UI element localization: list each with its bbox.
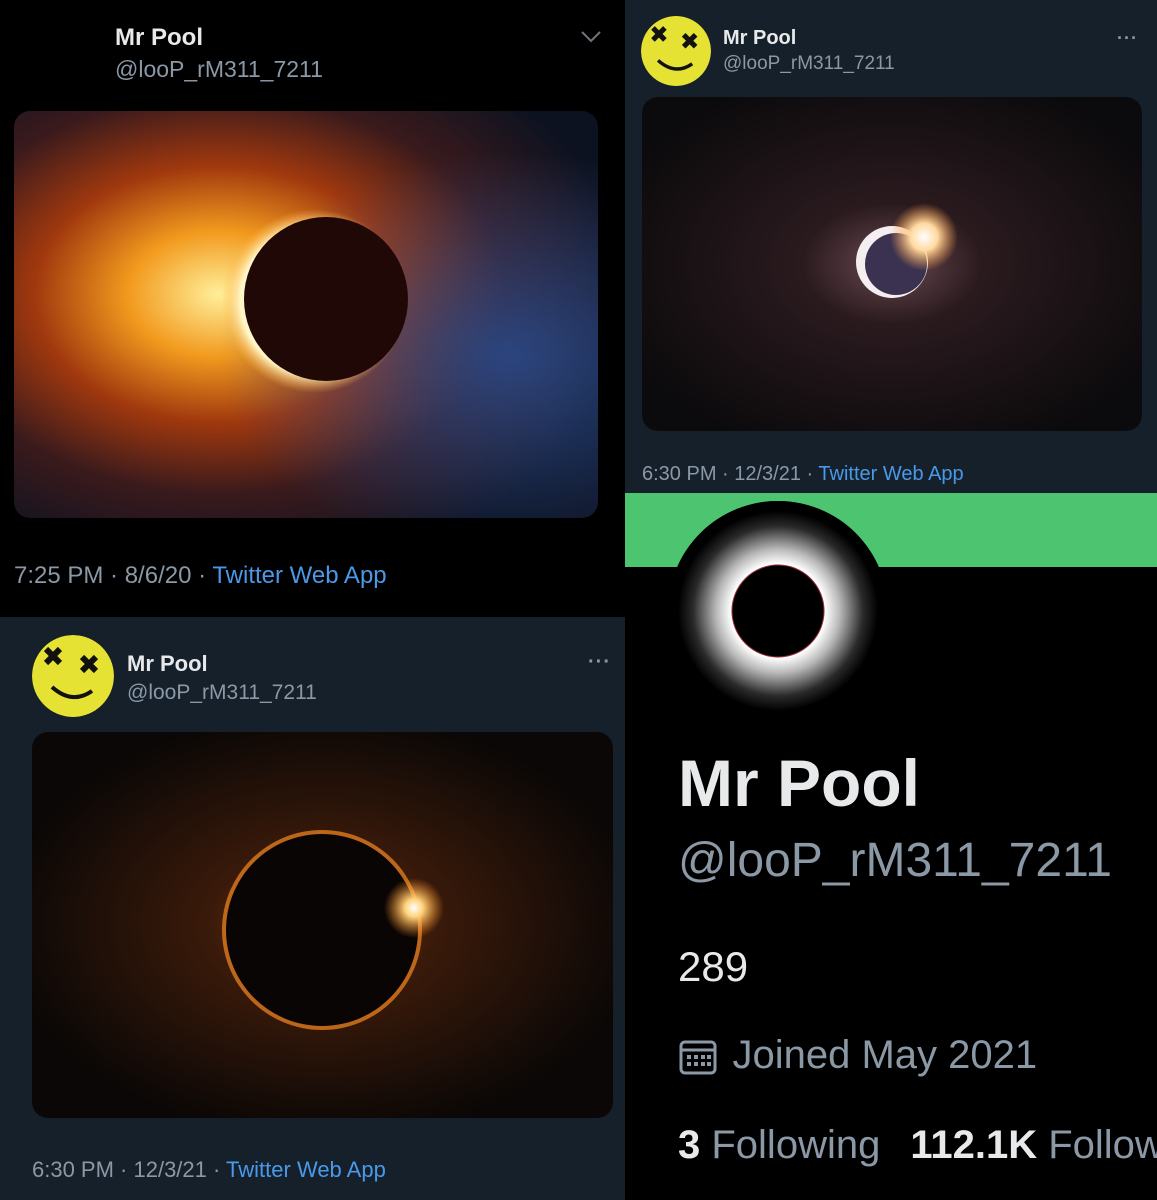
- following-link[interactable]: 3 Following: [678, 1123, 880, 1167]
- profile-handle: @looP_rM311_7211: [678, 834, 1112, 887]
- followers-count: 112.1K: [910, 1123, 1038, 1167]
- following-count: 3: [678, 1123, 701, 1167]
- profile-joined: Joined May 2021: [678, 1033, 1037, 1078]
- tweet-author-handle[interactable]: @looP_rM311_7211: [127, 681, 317, 705]
- more-icon[interactable]: ···: [588, 651, 611, 674]
- tweet-time[interactable]: 6:30 PM · 12/3/21 ·: [642, 463, 818, 485]
- tweet-timestamp: 6:30 PM · 12/3/21 · Twitter Web App: [32, 1157, 386, 1183]
- profile-display-name: Mr Pool: [678, 746, 920, 820]
- calendar-icon: [678, 1036, 718, 1076]
- tweet-author-handle[interactable]: @looP_rM311_7211: [115, 56, 323, 83]
- tweet-image-eclipse-orange[interactable]: [14, 111, 598, 518]
- avatar[interactable]: [641, 16, 711, 86]
- followers-label: Follow: [1037, 1123, 1157, 1167]
- following-label: Following: [700, 1123, 881, 1167]
- tweet-panel-b: Mr Pool @looP_rM311_7211 ··· 6:30 PM · 1…: [0, 617, 625, 1200]
- tweet-time[interactable]: 6:30 PM · 12/3/21 ·: [32, 1157, 226, 1182]
- tweet-image-eclipse-starburst[interactable]: [642, 97, 1142, 431]
- tweet-time[interactable]: 7:25 PM · 8/6/20 ·: [14, 562, 212, 589]
- tweet-timestamp: 7:25 PM · 8/6/20 · Twitter Web App: [14, 562, 387, 590]
- profile-bio: 289: [678, 943, 749, 990]
- followers-link[interactable]: 112.1K Follow: [910, 1123, 1157, 1167]
- more-icon[interactable]: ···: [1117, 28, 1138, 49]
- tweet-author-name[interactable]: Mr Pool: [723, 27, 796, 50]
- chevron-down-icon[interactable]: [580, 30, 602, 44]
- tweet-author-handle[interactable]: @looP_rM311_7211: [723, 53, 895, 75]
- avatar[interactable]: [32, 635, 114, 717]
- tweet-source-link[interactable]: Twitter Web App: [226, 1157, 386, 1182]
- tweet-image-eclipse-diamond-ring[interactable]: [32, 732, 613, 1118]
- tweet-panel-a: Mr Pool @looP_rM311_7211 7:25 PM · 8/6/2…: [0, 0, 625, 617]
- profile-joined-text: Joined May 2021: [732, 1033, 1038, 1077]
- tweet-source-link[interactable]: Twitter Web App: [212, 562, 386, 589]
- profile-panel: Mr Pool @looP_rM311_7211 289 Joined May …: [625, 493, 1157, 1200]
- tweet-panel-c: Mr Pool @looP_rM311_7211 ··· 6:30 PM · 1…: [625, 0, 1157, 493]
- profile-avatar[interactable]: [668, 501, 888, 721]
- tweet-source-link[interactable]: Twitter Web App: [818, 463, 963, 485]
- tweet-timestamp: 6:30 PM · 12/3/21 · Twitter Web App: [642, 463, 964, 486]
- tweet-author-name[interactable]: Mr Pool: [127, 651, 208, 677]
- tweet-author-name[interactable]: Mr Pool: [115, 24, 203, 52]
- profile-following-stats: 3 Following 112.1K Follow: [678, 1123, 1157, 1168]
